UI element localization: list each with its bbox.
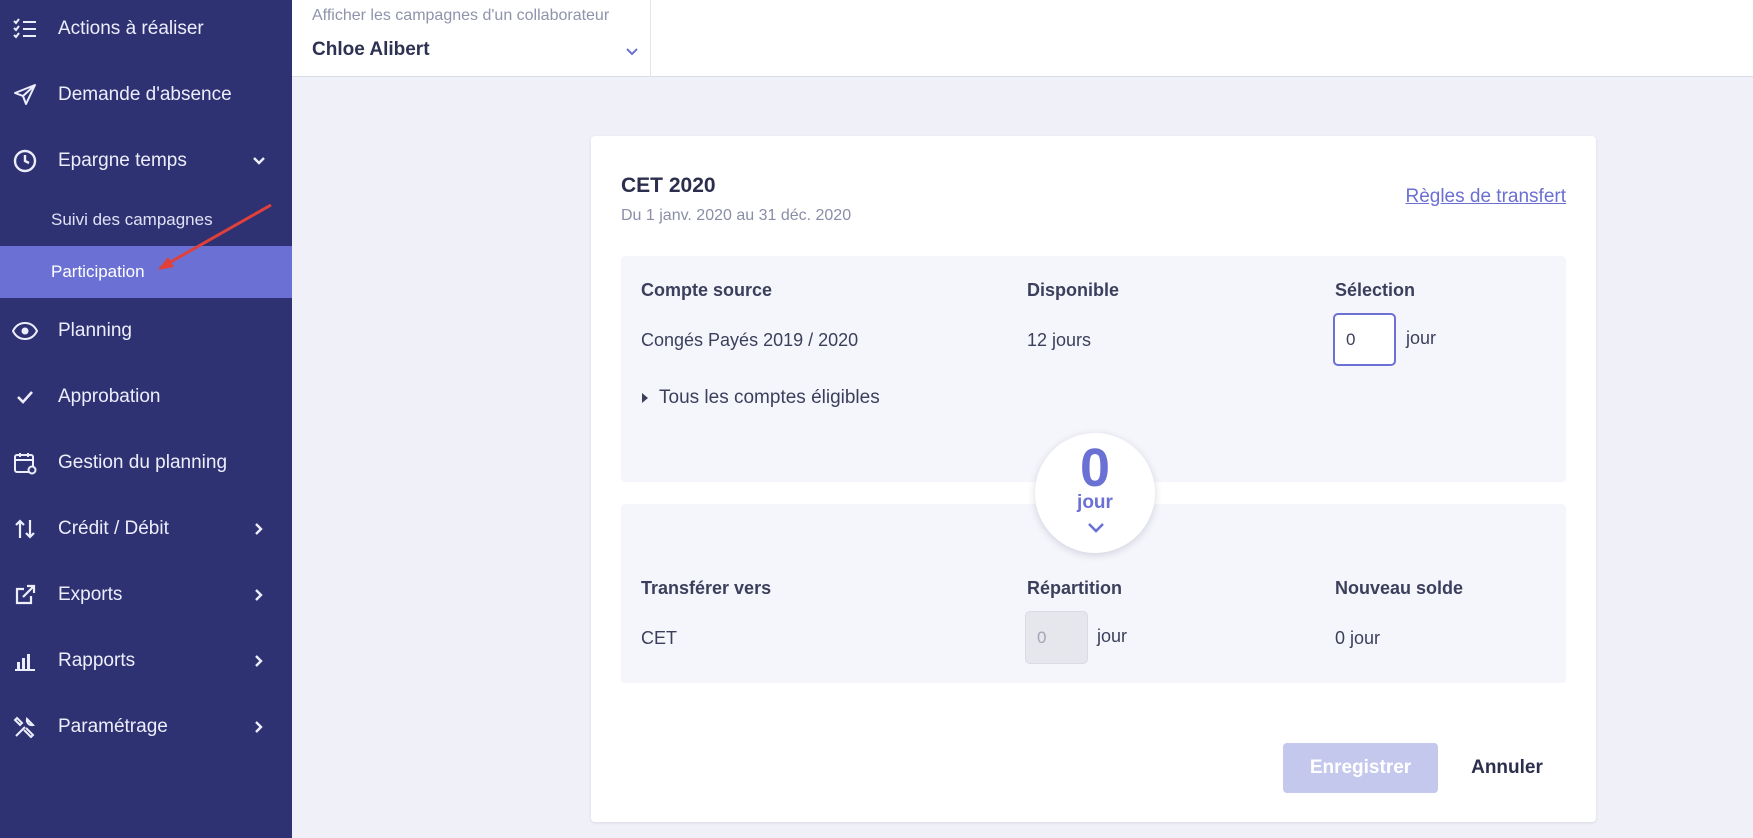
eligible-accounts-toggle[interactable]: Tous les comptes éligibles — [642, 387, 880, 409]
check-icon — [12, 384, 38, 410]
calendar-settings-icon — [12, 450, 38, 476]
chevron-right-icon — [251, 521, 267, 537]
chevron-right-icon — [251, 719, 267, 735]
total-transfer-badge: 0 jour — [1035, 433, 1155, 553]
sidebar-item-label: Actions à réaliser — [58, 18, 204, 39]
sidebar-subitem-label: Participation — [51, 262, 145, 281]
sidebar-subitem-label: Suivi des campagnes — [51, 210, 213, 229]
sidebar-item-gestion-planning[interactable]: Gestion du planning — [0, 434, 292, 492]
sidebar-item-actions[interactable]: Actions à réaliser — [0, 0, 292, 58]
sidebar-item-label: Approbation — [58, 386, 161, 407]
clock-icon — [12, 148, 38, 174]
chevron-right-icon — [251, 653, 267, 669]
selection-input[interactable] — [1333, 313, 1396, 366]
column-header: Sélection — [1335, 280, 1416, 300]
column-header: Nouveau solde — [1335, 578, 1464, 598]
campaign-card: CET 2020 Du 1 janv. 2020 au 31 déc. 2020… — [591, 136, 1596, 822]
cancel-button[interactable]: Annuler — [1457, 743, 1557, 793]
chevron-right-icon — [251, 587, 267, 603]
sidebar-item-approbation[interactable]: Approbation — [0, 368, 292, 426]
sidebar-item-parametrage[interactable]: Paramétrage — [0, 698, 292, 756]
sidebar-item-label: Planning — [58, 320, 132, 341]
bar-chart-icon — [12, 648, 38, 674]
external-link-icon — [12, 582, 38, 608]
sidebar-item-label: Exports — [58, 584, 123, 605]
sidebar-item-planning[interactable]: Planning — [0, 302, 292, 360]
new-balance: 0 jour — [1335, 628, 1381, 648]
sidebar-item-label: Epargne temps — [58, 150, 187, 171]
send-icon — [12, 82, 38, 108]
sidebar-item-epargne-temps[interactable]: Epargne temps — [0, 132, 292, 190]
target-account: CET — [641, 628, 677, 648]
sidebar-item-rapports[interactable]: Rapports — [0, 632, 292, 690]
sidebar-subitem-suivi[interactable]: Suivi des campagnes — [0, 194, 292, 246]
sidebar-subitem-participation[interactable]: Participation — [0, 246, 292, 298]
save-button[interactable]: Enregistrer — [1283, 743, 1438, 793]
campaign-period: Du 1 janv. 2020 au 31 déc. 2020 — [621, 207, 852, 224]
selection-unit: jour — [1406, 328, 1437, 348]
column-header: Disponible — [1027, 280, 1120, 300]
sidebar-item-label: Paramétrage — [58, 716, 168, 737]
eligible-accounts-label: Tous les comptes éligibles — [659, 387, 880, 408]
collaborator-select-hint: Afficher les campagnes d'un collaborateu… — [312, 7, 610, 24]
transfer-rules-link[interactable]: Règles de transfert — [1405, 186, 1566, 208]
distribution-input — [1025, 611, 1088, 664]
chevron-down-icon — [625, 44, 639, 58]
up-down-arrows-icon — [12, 516, 38, 542]
tools-icon — [12, 714, 38, 740]
total-transfer-value: 0 — [1079, 438, 1111, 498]
available-amount: 12 jours — [1027, 330, 1092, 350]
source-account: Congés Payés 2019 / 2020 — [641, 330, 859, 350]
sidebar-item-label: Demande d'absence — [58, 84, 232, 105]
caret-right-icon — [642, 393, 648, 403]
eye-icon — [12, 318, 38, 344]
sidebar: Actions à réaliser Demande d'absence Epa… — [0, 0, 292, 838]
total-transfer-unit: jour — [1077, 492, 1113, 513]
sidebar-item-credit-debit[interactable]: Crédit / Débit — [0, 500, 292, 558]
topbar: Afficher les campagnes d'un collaborateu… — [292, 0, 1753, 77]
chevron-down-icon — [1087, 521, 1105, 535]
checklist-icon — [12, 16, 38, 42]
campaign-title: CET 2020 — [621, 174, 716, 197]
column-header: Répartition — [1027, 578, 1123, 598]
chevron-down-icon — [251, 153, 267, 169]
column-header: Compte source — [641, 280, 773, 300]
distribution-unit: jour — [1097, 626, 1128, 646]
collaborator-select-value: Chloe Alibert — [312, 39, 430, 60]
sidebar-item-label: Crédit / Débit — [58, 518, 169, 539]
sidebar-item-label: Gestion du planning — [58, 452, 228, 473]
sidebar-item-absence[interactable]: Demande d'absence — [0, 66, 292, 124]
sidebar-item-label: Rapports — [58, 650, 136, 671]
column-header: Transférer vers — [641, 578, 772, 598]
collaborator-select[interactable]: Afficher les campagnes d'un collaborateu… — [292, 0, 651, 77]
sidebar-item-exports[interactable]: Exports — [0, 566, 292, 624]
